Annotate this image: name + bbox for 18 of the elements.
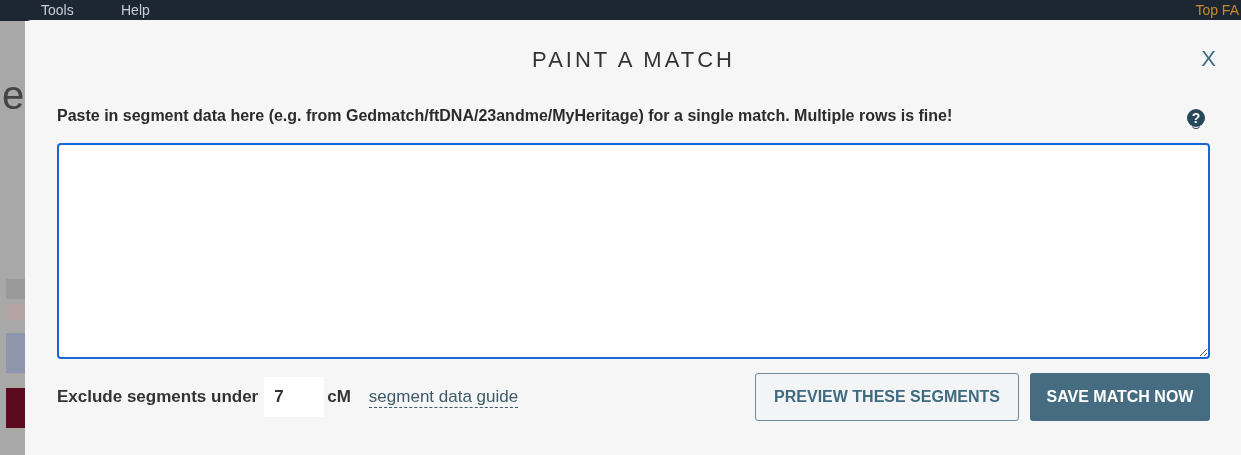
menu-item[interactable]: Tools <box>41 2 74 18</box>
close-button[interactable]: X <box>1197 44 1220 74</box>
page-panel <box>6 388 25 428</box>
guide-link[interactable]: segment data guide <box>368 386 519 408</box>
threshold-field[interactable]: 7 <box>264 377 325 417</box>
dialog-title: PAINT A MATCH <box>532 47 735 73</box>
menu-item[interactable]: Help <box>121 2 150 18</box>
segment-data-field[interactable] <box>57 143 1210 359</box>
page-panel <box>6 279 25 299</box>
nav-link[interactable]: Top FA <box>1195 2 1239 18</box>
page-heading: e <box>2 72 25 119</box>
save-button[interactable]: SAVE MATCH NOW <box>1030 373 1210 421</box>
page-panel <box>6 333 25 373</box>
preview-button[interactable]: PREVIEW THESE SEGMENTS <box>755 373 1019 421</box>
unit-label: cM <box>327 387 351 407</box>
help-button[interactable]: ? <box>1187 109 1205 127</box>
threshold-label: Exclude segments under <box>57 387 259 407</box>
instructions: Paste in segment data here (e.g. from Gedmatch/ftDNA/23andme/MyHeritage) for a single match. Multiple rows is fine! <box>57 107 953 125</box>
